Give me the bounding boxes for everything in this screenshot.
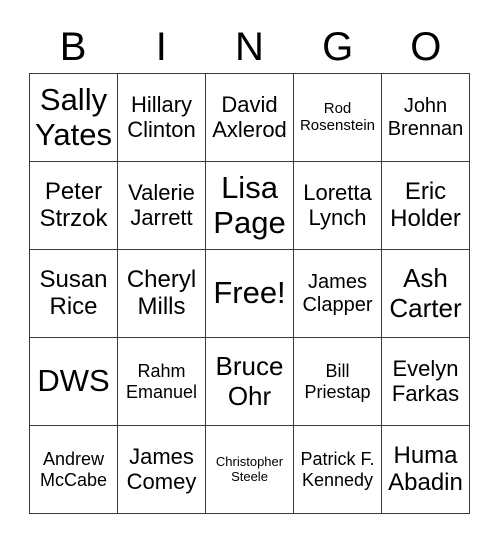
bingo-cell[interactable]: Loretta Lynch: [294, 162, 382, 250]
cell-text: Loretta Lynch: [303, 179, 372, 230]
header-letter-o: O: [410, 25, 442, 69]
header-letter-n: N: [235, 25, 264, 69]
bingo-cell[interactable]: Evelyn Farkas: [382, 338, 470, 426]
header-letter-b: B: [59, 25, 87, 69]
cell-text: Cheryl Mills: [126, 265, 197, 320]
bingo-cell[interactable]: James Comey: [118, 426, 206, 514]
cell-text: Hillary Clinton: [127, 91, 196, 142]
cell-text: Christopher Steele: [215, 453, 284, 484]
bingo-cell[interactable]: DWS: [30, 338, 118, 426]
bingo-cell[interactable]: Patrick F. Kennedy: [294, 426, 382, 514]
cell-text: Sally Yates: [35, 81, 112, 152]
cell-text: Rod Rosenstein: [299, 99, 376, 134]
cell-text: DWS: [37, 363, 110, 399]
bingo-cell[interactable]: Christopher Steele: [206, 426, 294, 514]
bingo-cell[interactable]: Bill Priestap: [294, 338, 382, 426]
bingo-cell[interactable]: James Clapper: [294, 250, 382, 338]
bingo-cell[interactable]: John Brennan: [382, 74, 470, 162]
cell-text: Ash Carter: [389, 263, 462, 323]
bingo-cell[interactable]: Andrew McCabe: [30, 426, 118, 514]
cell-text: Susan Rice: [39, 265, 108, 320]
cell-text: Bruce Ohr: [215, 351, 284, 411]
cell-text: Lisa Page: [213, 169, 286, 240]
bingo-cell[interactable]: Lisa Page: [206, 162, 294, 250]
bingo-cell[interactable]: Hillary Clinton: [118, 74, 206, 162]
bingo-cell[interactable]: Cheryl Mills: [118, 250, 206, 338]
cell-text: Eric Holder: [390, 177, 461, 232]
cell-text: James Clapper: [302, 271, 373, 316]
header-letter-i: I: [155, 25, 167, 69]
bingo-cell[interactable]: Sally Yates: [30, 74, 118, 162]
bingo-cell[interactable]: Bruce Ohr: [206, 338, 294, 426]
bingo-cell[interactable]: Ash Carter: [382, 250, 470, 338]
bingo-card-grid: Sally Yates Hillary Clinton David Axlero…: [29, 73, 470, 514]
bingo-cell[interactable]: Peter Strzok: [30, 162, 118, 250]
bingo-header: B I N G O: [29, 22, 470, 72]
cell-text: Rahm Emanuel: [125, 361, 198, 402]
cell-text: Andrew McCabe: [39, 449, 108, 490]
bingo-cell[interactable]: Rahm Emanuel: [118, 338, 206, 426]
bingo-cell[interactable]: Eric Holder: [382, 162, 470, 250]
bingo-cell[interactable]: Huma Abadin: [382, 426, 470, 514]
cell-text: John Brennan: [387, 95, 464, 140]
bingo-cell[interactable]: Rod Rosenstein: [294, 74, 382, 162]
cell-text: David Axlerod: [212, 91, 287, 142]
cell-text: Valerie Jarrett: [128, 179, 195, 230]
cell-text: Huma Abadin: [388, 441, 463, 496]
cell-text: Peter Strzok: [39, 177, 108, 232]
bingo-cell[interactable]: David Axlerod: [206, 74, 294, 162]
bingo-cell[interactable]: Susan Rice: [30, 250, 118, 338]
cell-text: Patrick F. Kennedy: [300, 449, 375, 490]
cell-text: Bill Priestap: [304, 361, 371, 402]
cell-text: Evelyn Farkas: [391, 355, 460, 406]
bingo-cell[interactable]: Valerie Jarrett: [118, 162, 206, 250]
cell-text: James Comey: [126, 443, 197, 494]
free-space-text: Free!: [213, 275, 286, 311]
header-letter-g: G: [322, 25, 354, 69]
free-space-cell[interactable]: Free!: [206, 250, 294, 338]
